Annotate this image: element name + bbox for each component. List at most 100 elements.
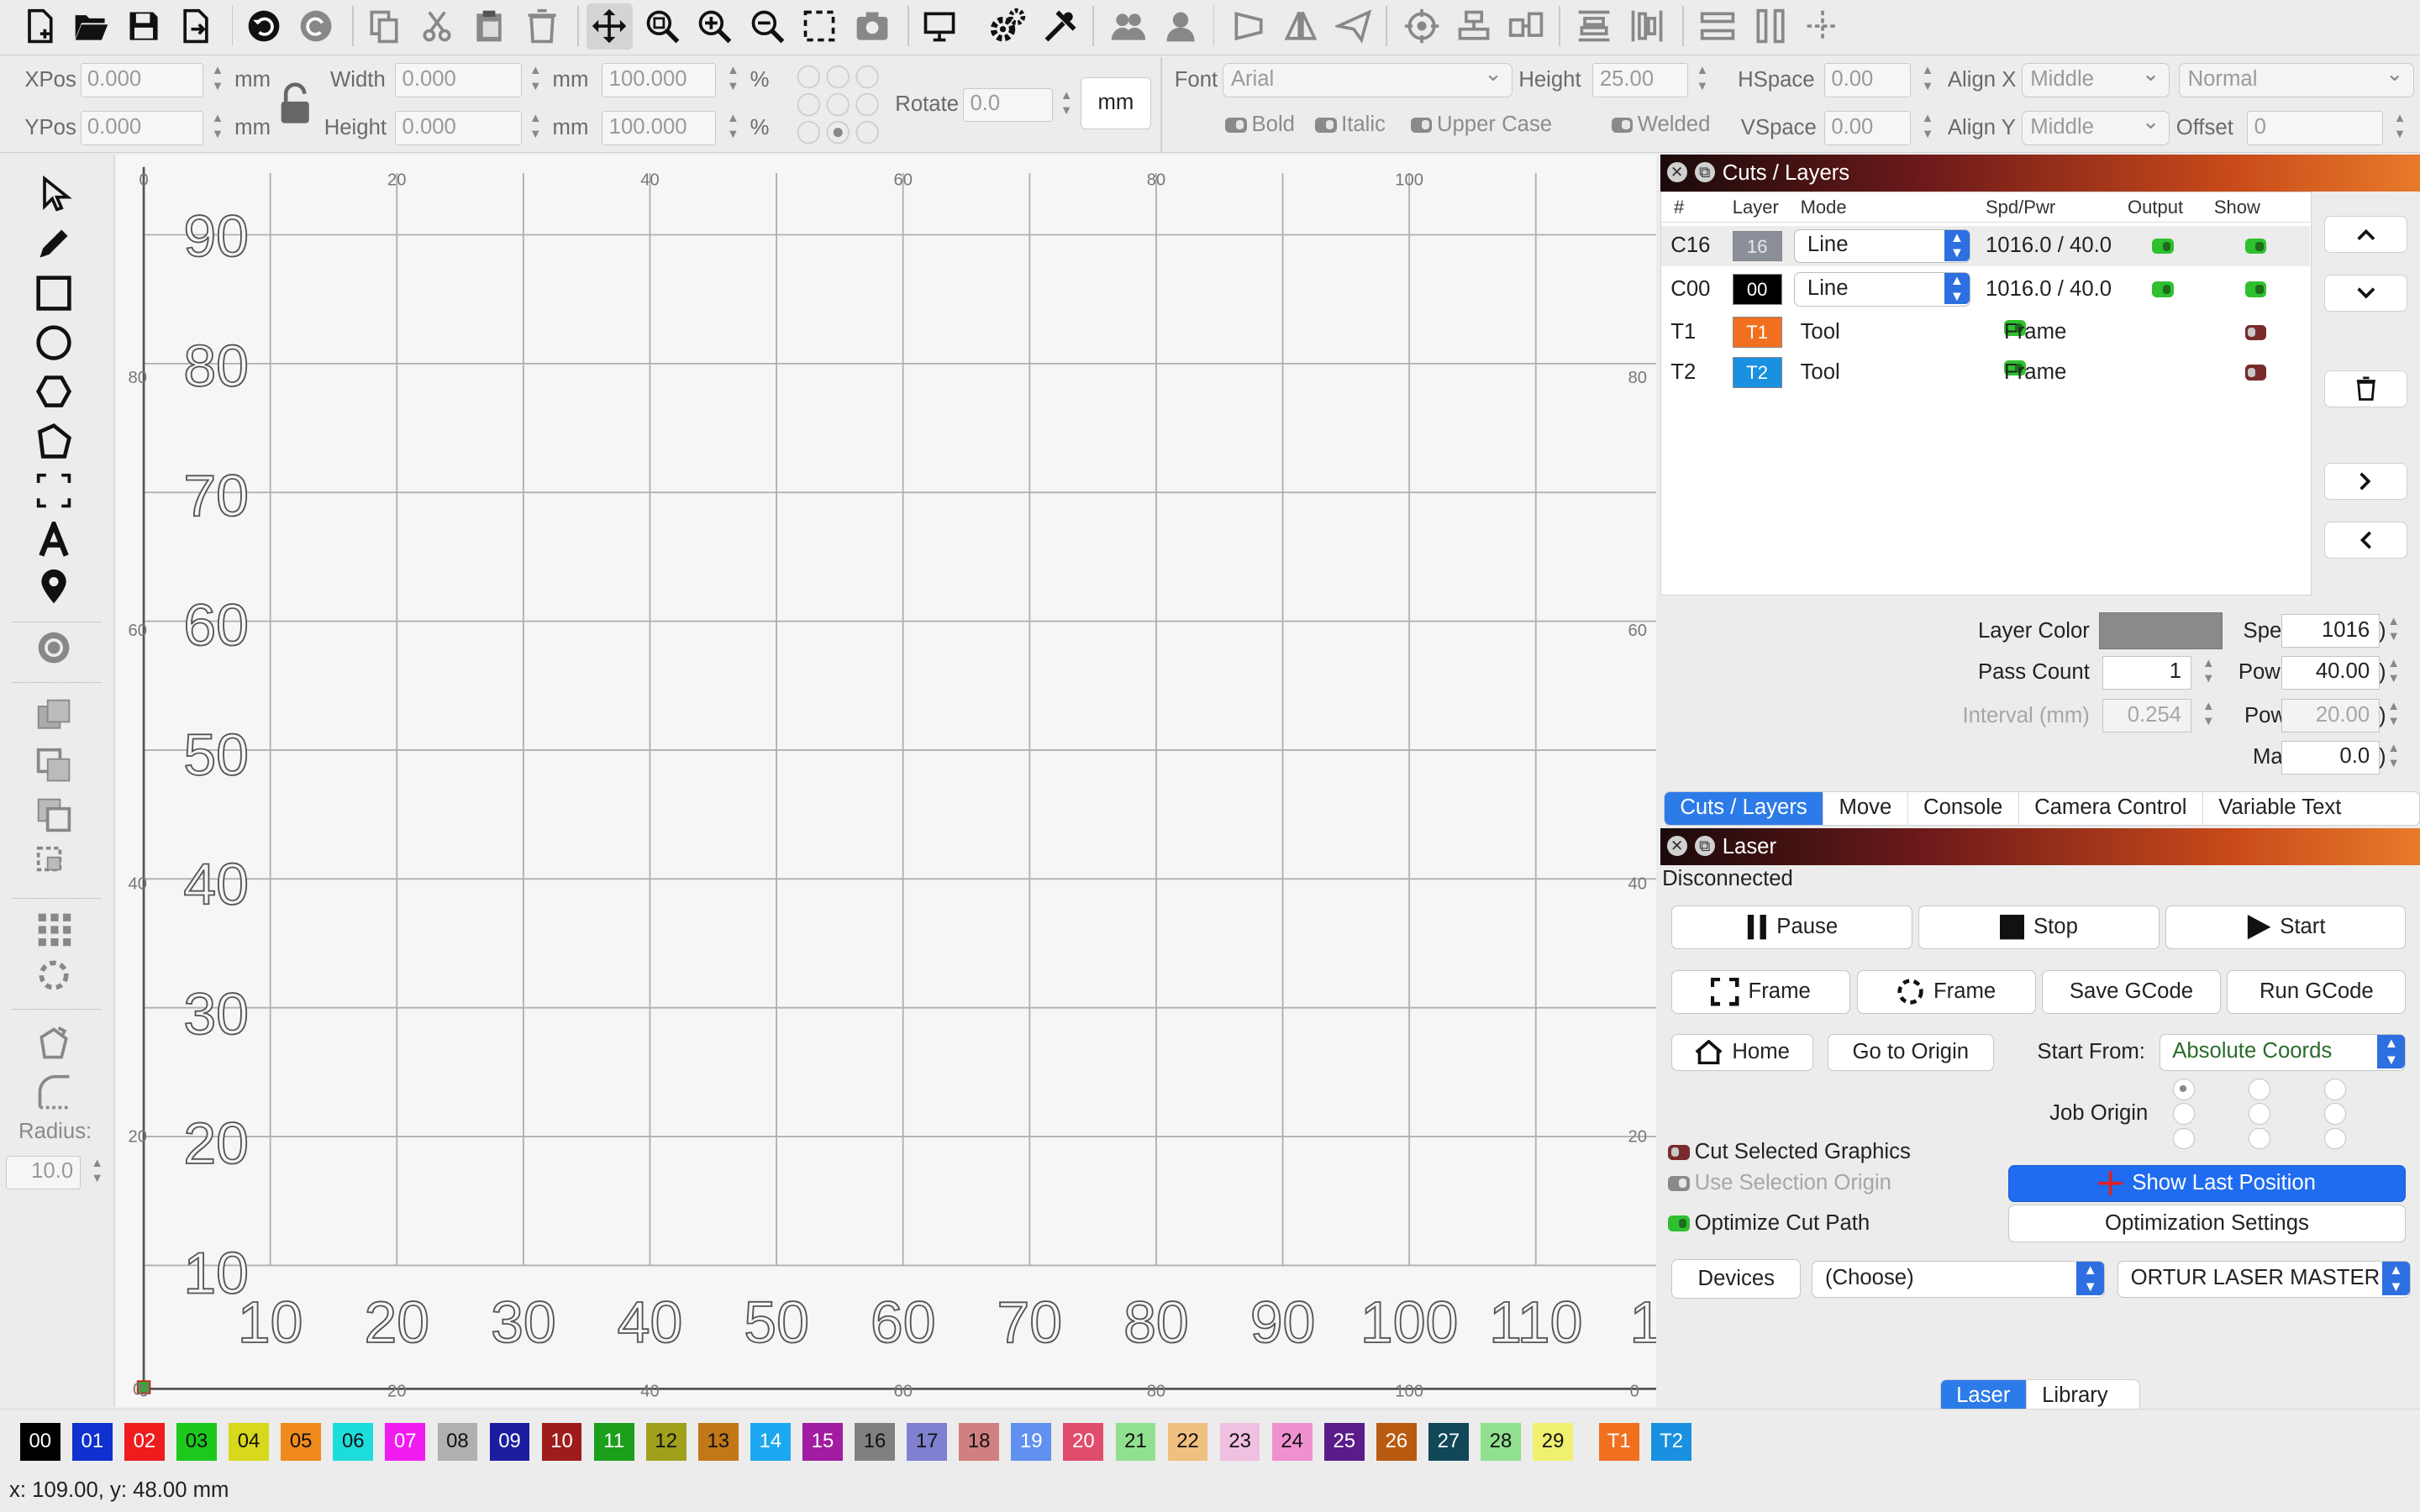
italic-toggle[interactable]: Italic [1314,113,1386,137]
tab-move[interactable]: Move [1823,792,1908,825]
target-icon[interactable] [1398,3,1444,50]
tab-library[interactable]: Library [2027,1380,2123,1412]
settings-icon[interactable] [985,3,1031,50]
palette-swatch[interactable]: 04 [229,1423,269,1461]
font-select[interactable]: Arial [1222,61,1512,97]
layer-chip[interactable]: T2 [1732,357,1782,388]
job-origin-bottom-left[interactable] [2173,1127,2195,1150]
palette-swatch[interactable]: 17 [907,1423,947,1461]
palette-swatch[interactable]: 16 [855,1423,895,1461]
job-origin-top-right[interactable] [2324,1078,2346,1100]
material-stepper[interactable]: ▲ ▼ [2386,741,2402,774]
palette-swatch[interactable]: 15 [802,1423,843,1461]
align-middle-icon[interactable] [1623,3,1670,50]
pause-button[interactable]: Pause [1671,906,1912,949]
palette-swatch[interactable]: 28 [1481,1423,1521,1461]
corner-radius-icon[interactable] [31,1071,77,1114]
xpos-stepper[interactable]: ▲ ▼ [210,63,225,97]
palette-swatch[interactable]: 14 [750,1423,791,1461]
text-style-select[interactable]: Normal [2179,61,2414,97]
job-origin-middle-right[interactable] [2324,1103,2346,1125]
send-icon[interactable] [1330,3,1376,50]
mirror-v-icon[interactable] [1278,3,1324,50]
job-origin-top-center[interactable] [2249,1078,2270,1100]
paste-icon[interactable] [466,3,513,50]
save-icon[interactable] [120,3,166,50]
palette-swatch[interactable]: 21 [1115,1423,1156,1461]
palette-swatch[interactable]: 20 [1063,1423,1104,1461]
export-icon[interactable] [173,3,219,50]
align-y-select[interactable]: Middle [2022,109,2170,145]
optimize-cut-path-toggle[interactable]: Optimize Cut Path [1668,1211,1870,1236]
palette-swatch[interactable]: 18 [959,1423,1000,1461]
run-gcode-button[interactable]: Run GCode [2227,970,2407,1014]
palette-swatch[interactable]: 13 [697,1423,739,1461]
job-origin-middle-left[interactable] [2173,1103,2195,1125]
move-layer-up-button[interactable] [2324,216,2408,254]
frame-circle-button[interactable]: Frame [1856,970,2036,1014]
palette-swatch[interactable]: 10 [541,1423,582,1461]
palette-swatch[interactable]: 01 [71,1423,113,1461]
hspace-stepper[interactable]: ▲ ▼ [1920,63,1935,97]
bold-toggle[interactable]: Bold [1225,113,1295,137]
move-layer-down-button[interactable] [2324,274,2408,312]
hspace-input[interactable]: 0.00 [1823,63,1911,97]
rotate-stepper[interactable]: ▲ ▼ [1059,88,1074,122]
rotate-shape-icon[interactable] [31,1021,77,1064]
use-selection-origin-toggle[interactable]: Use Selection Origin [1668,1171,1891,1195]
offset-stepper[interactable]: ▲ ▼ [2392,111,2407,144]
power-max-input[interactable]: 40.00 [2281,655,2381,690]
mirror-h-icon[interactable] [1225,3,1271,50]
radius-stepper[interactable]: ▲ ▼ [90,1156,105,1189]
vspace-input[interactable]: 0.00 [1823,111,1911,145]
palette-swatch[interactable]: 05 [281,1423,322,1461]
cut-icon[interactable] [413,3,460,50]
speed-input[interactable]: 1016 [2281,613,2381,648]
ypos-input[interactable]: 0.000 [80,111,204,145]
tab-variable-text[interactable]: Variable Text [2203,792,2357,824]
height-percent-stepper[interactable]: ▲ ▼ [725,111,740,144]
tab-laser[interactable]: Laser [1940,1379,2027,1413]
circular-array-icon[interactable] [31,953,77,996]
work-canvas[interactable]: 0 20 40 60 80 100 0 20 40 60 80 100 0 80 60 40 20 0 80 60 40… [115,154,1696,1408]
palette-swatch[interactable]: 29 [1533,1423,1573,1461]
close-panel-icon[interactable]: ✕ [1666,161,1687,182]
font-height-input[interactable]: 25.00 [1592,63,1689,97]
delete-layer-button[interactable] [2324,370,2408,407]
open-folder-icon[interactable] [68,3,114,50]
layer-row[interactable]: T1 T1 Tool Frame [1661,312,2309,353]
tools-icon[interactable] [1037,3,1083,50]
dashed-rect-icon[interactable] [31,469,77,512]
subtract-icon[interactable] [31,793,77,836]
intersect-icon[interactable] [31,843,77,885]
users-icon[interactable] [1105,3,1151,50]
ellipse-icon[interactable] [31,321,77,364]
union-icon[interactable] [31,743,77,786]
palette-swatch[interactable]: 07 [385,1423,426,1461]
palette-swatch[interactable]: 12 [645,1423,687,1461]
offset-input[interactable]: 0 [2247,111,2383,145]
layer-mode-select[interactable]: Line ▲ ▼ [1794,228,1970,264]
float-laser-panel-icon[interactable]: ⧉ [1694,836,1715,857]
freeform-shape-icon[interactable] [31,420,77,463]
lock-icon[interactable] [278,81,312,128]
layer-row[interactable]: C16 16 Line ▲ ▼ 1016.0 / 40.0 [1661,226,2310,266]
zoom-frame-icon[interactable] [639,3,685,50]
width-input[interactable]: 0.000 [395,63,522,97]
palette-swatch[interactable]: 23 [1219,1423,1260,1461]
palette-swatch[interactable]: 11 [593,1423,634,1461]
close-laser-panel-icon[interactable]: ✕ [1666,836,1687,857]
align-x-select[interactable]: Middle [2022,61,2170,97]
power-min-stepper[interactable]: ▲ ▼ [2386,699,2402,732]
camera-icon[interactable] [849,3,895,50]
layer-chip[interactable]: T1 [1732,317,1782,349]
show-last-position-button[interactable]: Show Last Position [2007,1164,2407,1202]
polygon-icon[interactable] [31,370,77,413]
rotate-input[interactable]: 0.0 [963,87,1053,123]
layer-chip[interactable]: 16 [1732,230,1782,262]
speed-stepper[interactable]: ▲ ▼ [2386,614,2402,648]
tab-console[interactable]: Console [1908,792,2019,825]
palette-swatch[interactable]: 09 [489,1423,530,1461]
devices-button[interactable]: Devices [1671,1258,1802,1299]
radius-input[interactable]: 10.0 [6,1155,81,1190]
